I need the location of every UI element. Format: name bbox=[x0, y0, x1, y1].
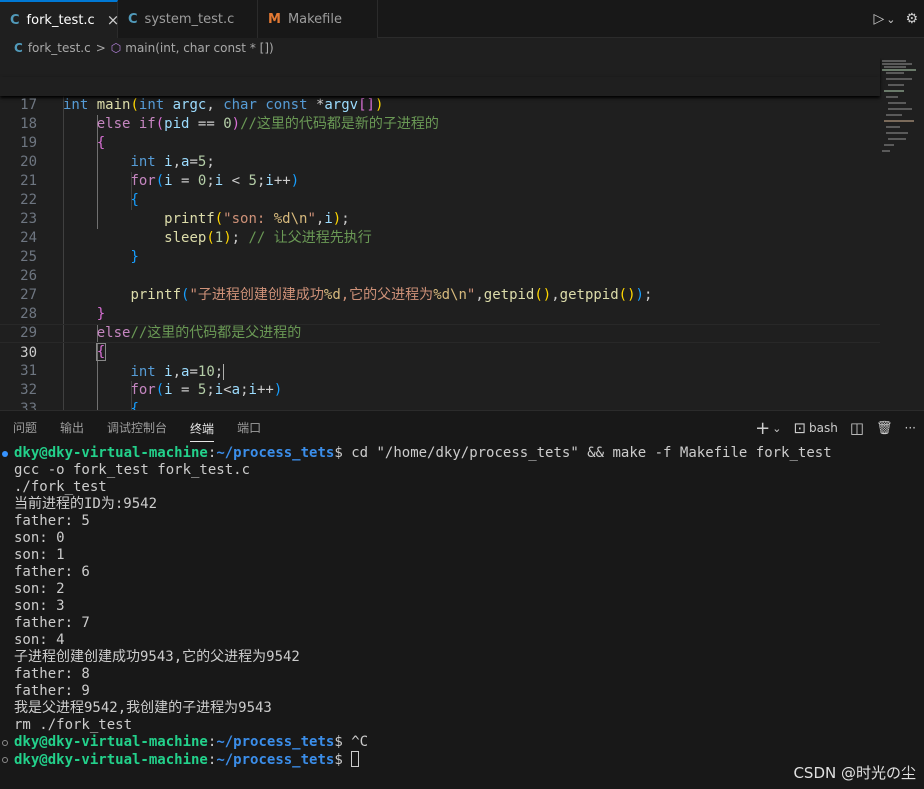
command-decoration-icon[interactable] bbox=[2, 451, 8, 457]
terminal-line: son: 0 bbox=[14, 530, 65, 546]
tab-problems[interactable]: 问题 bbox=[13, 411, 37, 445]
code-line[interactable]: 31 for(i = 5;i<a;i++) bbox=[0, 343, 880, 398]
c-file-icon: C bbox=[14, 41, 23, 55]
run-icon[interactable]: ▷ bbox=[873, 11, 884, 27]
terminal-line: father: 8 bbox=[14, 666, 90, 682]
code-line[interactable]: 21 { bbox=[0, 153, 880, 208]
code-line[interactable]: 20 for(i = 0;i < 5;i++) bbox=[0, 134, 880, 189]
split-terminal-icon[interactable]: ◫ bbox=[850, 419, 864, 437]
terminal-line: 子进程创建创建成功9543,它的父进程为9542 bbox=[14, 649, 300, 665]
code-line[interactable]: 22 printf("son: %d\n",i); bbox=[0, 172, 880, 227]
chevron-right-icon: > bbox=[95, 41, 106, 55]
chevron-down-icon[interactable]: ⌄ bbox=[886, 13, 895, 26]
shell-name[interactable]: bash bbox=[809, 421, 838, 435]
tab-output[interactable]: 输出 bbox=[60, 411, 84, 445]
more-icon[interactable]: ··· bbox=[905, 421, 916, 435]
code-line[interactable]: 29 { bbox=[0, 305, 880, 361]
terminal-line: son: 2 bbox=[14, 581, 65, 597]
terminal-line: 当前进程的ID为:9542 bbox=[14, 496, 158, 512]
code-line[interactable]: 17 else if(pid == 0)//这里的代码都是新的子进程的 bbox=[0, 77, 880, 132]
code-line[interactable]: 6 int main(int argc, char const *argv[]) bbox=[0, 58, 880, 113]
code-editor[interactable]: 6 int main(int argc, char const *argv[])… bbox=[0, 58, 924, 410]
code-line[interactable]: 34 sleep(2); // 等待子进程执行 bbox=[0, 400, 880, 410]
minimap-line bbox=[884, 144, 894, 146]
makefile-icon: M bbox=[268, 11, 281, 27]
tab-label: fork_test.c bbox=[26, 12, 95, 28]
terminal-line: dky@dky-virtual-machine:~/process_tets$ … bbox=[14, 734, 369, 750]
minimap-line bbox=[886, 114, 902, 116]
watermark: CSDN @时光の尘 bbox=[793, 764, 916, 782]
chevron-down-icon[interactable]: ⌄ bbox=[772, 422, 781, 435]
terminal-line: rm ./fork_test bbox=[14, 717, 133, 733]
tab-ports[interactable]: 端口 bbox=[237, 411, 261, 445]
tab-label: system_test.c bbox=[144, 11, 235, 27]
line-number: 17 bbox=[20, 97, 37, 113]
code-line[interactable]: 24 } bbox=[0, 210, 880, 265]
line-text: int main(int argc, char const *argv[]) bbox=[63, 97, 384, 113]
tab-label: Makefile bbox=[287, 11, 342, 27]
breadcrumb: C fork_test.c > ⬡ main(int, char const *… bbox=[0, 38, 924, 58]
terminal-cursor bbox=[351, 751, 360, 767]
terminal-line: son: 4 bbox=[14, 632, 65, 648]
minimap-line bbox=[882, 69, 916, 71]
bottom-panel: 问题 输出 调试控制台 终端 端口 + ⌄ ⊡ bash ◫ 🗑 ··· dky… bbox=[0, 410, 924, 789]
terminal-line: son: 1 bbox=[14, 547, 65, 563]
minimap-line bbox=[886, 96, 898, 98]
terminal-line: gcc -o fork_test fork_test.c bbox=[14, 462, 251, 478]
minimap-line bbox=[888, 108, 912, 110]
code-line[interactable]: 28 else//这里的代码都是父进程的 bbox=[0, 286, 880, 341]
code-line[interactable]: 27 } bbox=[0, 267, 880, 322]
minimap[interactable] bbox=[880, 58, 924, 410]
terminal-prompt-line[interactable]: dky@dky-virtual-machine:~/process_tets$ bbox=[14, 751, 360, 768]
terminal-line: ./fork_test bbox=[14, 479, 107, 495]
code-line[interactable]: 26 printf("子进程创建创建成功%d,它的父进程为%d\n",getpi… bbox=[0, 248, 880, 303]
minimap-line bbox=[886, 72, 904, 74]
code-line[interactable]: 32 { bbox=[0, 362, 880, 410]
minimap-line bbox=[886, 132, 908, 134]
c-file-icon: C bbox=[10, 12, 20, 28]
gear-icon[interactable]: ⚙ bbox=[905, 11, 918, 27]
tab-debug-console[interactable]: 调试控制台 bbox=[107, 411, 167, 445]
tab-system-test-c[interactable]: C system_test.c bbox=[118, 0, 258, 38]
breadcrumb-symbol[interactable]: main(int, char const * []) bbox=[125, 41, 273, 55]
code-line-current[interactable]: 30 int i,a=10; bbox=[0, 324, 880, 380]
command-decoration-icon[interactable] bbox=[2, 757, 8, 763]
panel-tabs: 问题 输出 调试控制台 终端 端口 bbox=[0, 411, 271, 445]
editor-tab-bar: C fork_test.c × C system_test.c M Makefi… bbox=[0, 0, 924, 38]
terminal-line: dky@dky-virtual-machine:~/process_tets$ … bbox=[14, 445, 832, 461]
breadcrumb-file[interactable]: fork_test.c bbox=[28, 41, 91, 55]
terminal-line: father: 6 bbox=[14, 564, 90, 580]
minimap-line bbox=[888, 138, 906, 140]
tab-terminal[interactable]: 终端 bbox=[190, 416, 215, 442]
terminal-line: father: 9 bbox=[14, 683, 90, 699]
terminal-line: 我是父进程9542,我创建的子进程为9543 bbox=[14, 700, 272, 716]
command-decoration-icon[interactable] bbox=[2, 740, 8, 746]
trash-icon[interactable]: 🗑 bbox=[876, 421, 893, 436]
terminal-toolbar: + ⌄ ⊡ bash ◫ 🗑 ··· bbox=[755, 411, 916, 445]
terminal-line: son: 3 bbox=[14, 598, 65, 614]
line-text: else if(pid == 0)//这里的代码都是新的子进程的 bbox=[96, 116, 439, 132]
terminal-line: father: 5 bbox=[14, 513, 90, 529]
symbol-method-icon: ⬡ bbox=[110, 41, 122, 55]
terminal-icon[interactable]: ⊡ bbox=[793, 419, 806, 437]
minimap-line bbox=[882, 60, 906, 62]
tab-fork-test-c[interactable]: C fork_test.c × bbox=[0, 0, 119, 38]
minimap-line bbox=[886, 78, 912, 80]
minimap-line bbox=[888, 102, 906, 104]
minimap-line bbox=[884, 90, 904, 92]
terminal-line: father: 7 bbox=[14, 615, 90, 631]
editor-actions: ▷ ⌄ ⚙ bbox=[873, 0, 924, 38]
minimap-line bbox=[882, 63, 912, 65]
minimap-line bbox=[884, 120, 914, 122]
minimap-line bbox=[888, 84, 904, 86]
code-line[interactable]: 25 bbox=[0, 229, 880, 265]
tab-makefile[interactable]: M Makefile bbox=[258, 0, 378, 38]
minimap-line bbox=[882, 150, 890, 152]
plus-icon[interactable]: + bbox=[755, 418, 770, 439]
minimap-line bbox=[886, 126, 900, 128]
code-line[interactable]: 23 sleep(1); // 让父进程先执行 bbox=[0, 191, 880, 246]
code-line[interactable]: 33 printf("father: %d\n",i); bbox=[0, 381, 880, 410]
minimap-line bbox=[884, 66, 906, 68]
c-file-icon: C bbox=[128, 11, 138, 27]
